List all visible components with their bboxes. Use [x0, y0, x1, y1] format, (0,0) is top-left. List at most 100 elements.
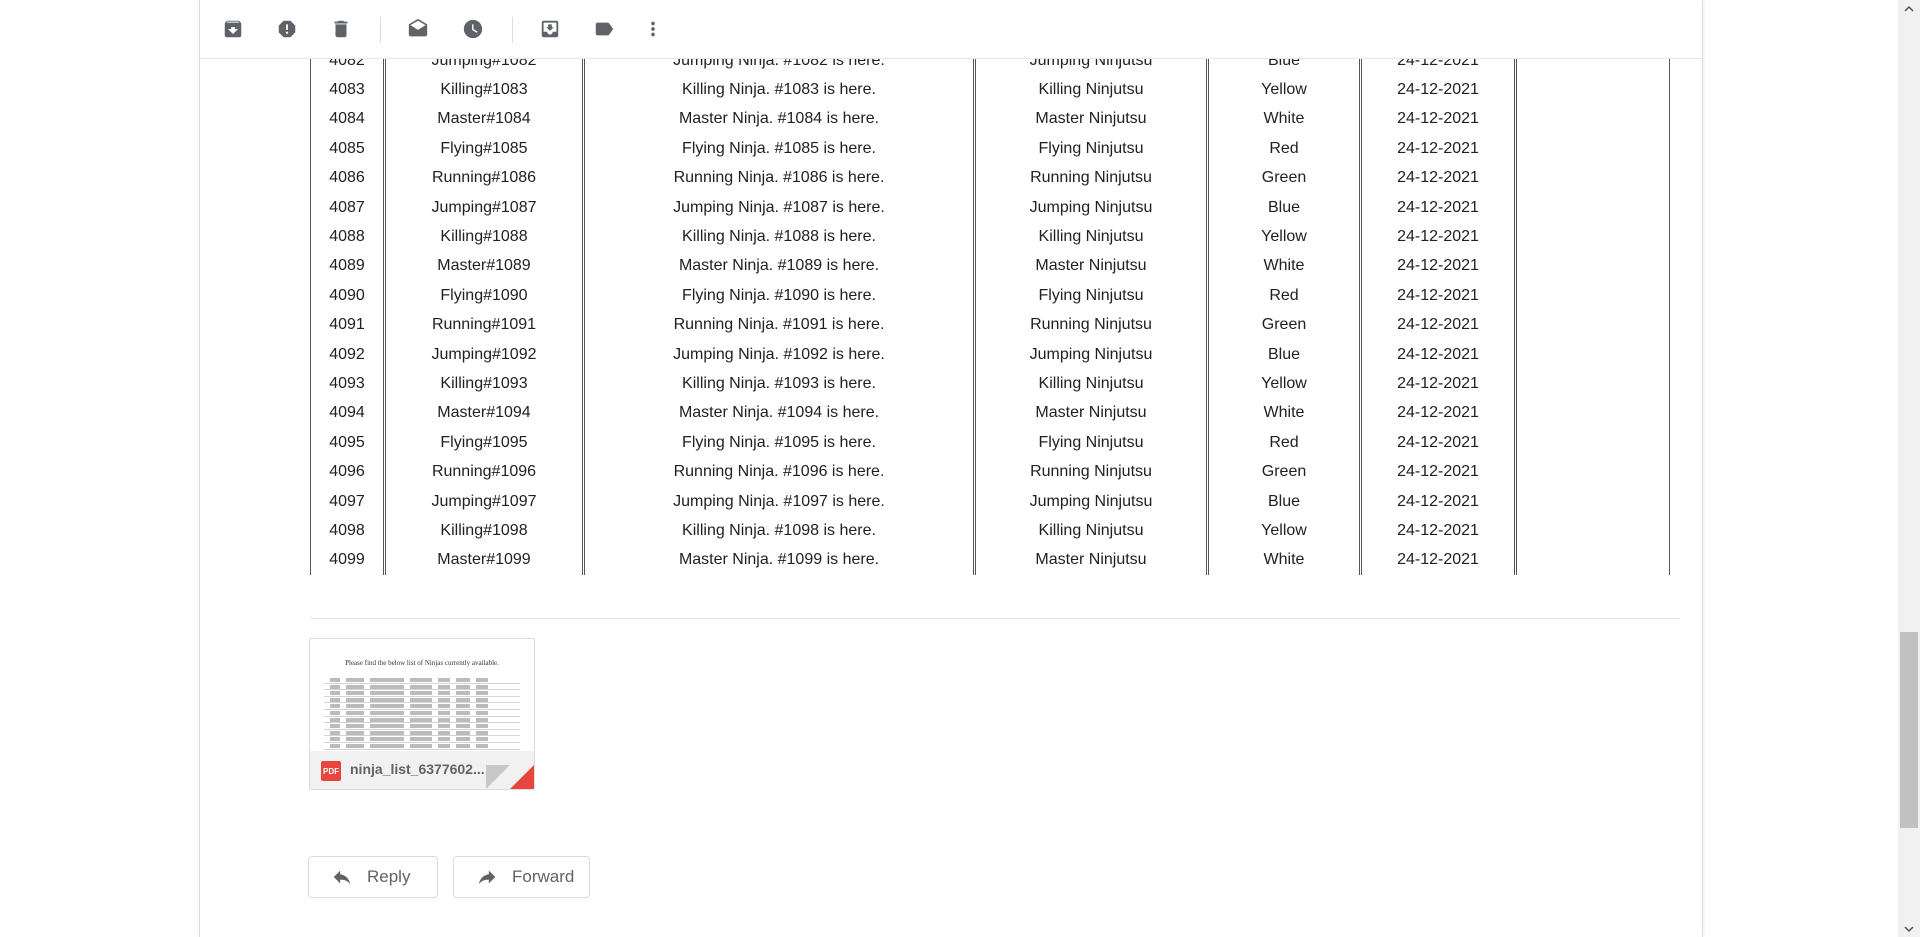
table-row: 4094 Master#1094 Master Ninja. #1094 is he…	[310, 398, 1670, 429]
cell-date: 24-12-2021	[1359, 192, 1514, 223]
mark-unread-button[interactable]	[402, 13, 434, 45]
cell-name: Killing#1083	[383, 75, 582, 105]
preview-cell	[438, 724, 450, 729]
preview-cell	[456, 691, 470, 696]
preview-cell	[410, 704, 432, 709]
cell-name: Killing#1093	[383, 369, 582, 399]
cell-color: White	[1206, 398, 1359, 429]
preview-cell	[410, 697, 432, 702]
cell-date: 24-12-2021	[1359, 222, 1514, 252]
cell-date: 24-12-2021	[1359, 310, 1514, 340]
cell-class: Master Ninjutsu	[973, 251, 1206, 282]
toolbar-separator	[380, 17, 381, 43]
cell-id: 4093	[310, 369, 383, 399]
cell-name: Master#1099	[383, 545, 582, 576]
cell-color: Yellow	[1206, 75, 1359, 105]
scrollbar-thumb[interactable]	[1900, 632, 1918, 828]
cell-color: Yellow	[1206, 222, 1359, 252]
preview-cell	[410, 710, 432, 715]
table-row: 4088 Killing#1088 Killing Ninja. #1088 is …	[310, 222, 1670, 252]
preview-cell	[456, 710, 470, 715]
preview-cell	[438, 717, 450, 722]
reply-button[interactable]: Reply	[308, 856, 438, 898]
cell-id: 4090	[310, 281, 383, 311]
preview-cell	[370, 737, 404, 742]
preview-cell	[438, 697, 450, 702]
cell-class: Running Ninjutsu	[973, 310, 1206, 340]
cell-bio: Flying Ninja. #1090 is here.	[582, 281, 973, 311]
cell-bio: Flying Ninja. #1085 is here.	[582, 134, 973, 164]
attachment-preview-table	[324, 677, 520, 757]
cell-date: 24-12-2021	[1359, 457, 1514, 487]
preview-cell	[456, 697, 470, 702]
preview-cell	[456, 678, 470, 682]
cell-bio: Jumping Ninja. #1092 is here.	[582, 339, 973, 370]
preview-cell	[370, 743, 404, 748]
preview-cell	[330, 730, 340, 735]
preview-cell	[330, 710, 340, 715]
cell-color: Blue	[1206, 339, 1359, 370]
labels-button[interactable]	[588, 13, 620, 45]
preview-cell	[438, 684, 450, 689]
preview-cell	[456, 743, 470, 748]
archive-button[interactable]	[217, 13, 249, 45]
cell-class: Master Ninjutsu	[973, 545, 1206, 576]
table-row: 4083 Killing#1083 Killing Ninja. #1083 is …	[310, 75, 1670, 105]
attachment-card[interactable]: Please find the below list of Ninjas cur…	[309, 638, 535, 790]
reply-label: Reply	[367, 867, 411, 886]
cell-updated	[1514, 545, 1670, 576]
preview-cell	[410, 691, 432, 696]
cell-id: 4094	[310, 398, 383, 429]
move-to-button[interactable]	[534, 13, 566, 45]
cell-updated	[1514, 75, 1670, 105]
preview-cell	[410, 743, 432, 748]
snooze-button[interactable]	[457, 13, 489, 45]
preview-cell	[330, 743, 340, 748]
cell-updated	[1514, 486, 1670, 517]
page-fold-corner	[510, 765, 534, 789]
scroll-up-arrow[interactable]	[1898, 0, 1920, 17]
delete-button[interactable]	[325, 13, 357, 45]
scroll-down-arrow[interactable]	[1898, 920, 1920, 937]
cell-bio: Master Ninja. #1084 is here.	[582, 104, 973, 135]
preview-cell	[456, 724, 470, 729]
cell-class: Jumping Ninjutsu	[973, 339, 1206, 370]
cell-color: White	[1206, 104, 1359, 135]
cell-bio: Master Ninja. #1099 is here.	[582, 545, 973, 576]
table-row: 4097 Jumping#1097 Jumping Ninja. #1097 is …	[310, 486, 1670, 517]
cell-updated	[1514, 104, 1670, 135]
preview-cell	[330, 737, 340, 742]
cell-color: Green	[1206, 310, 1359, 340]
page-scrollbar[interactable]	[1898, 0, 1920, 937]
cell-class: Running Ninjutsu	[973, 163, 1206, 193]
cell-color: White	[1206, 251, 1359, 282]
caret-up-icon	[1904, 5, 1914, 12]
cell-color: Red	[1206, 428, 1359, 458]
cell-color: Blue	[1206, 192, 1359, 223]
ninja-table: 4082 Jumping#1082 Jumping Ninja. #1082 is …	[310, 46, 1670, 576]
preview-cell	[370, 717, 404, 722]
forward-button[interactable]: Forward	[453, 856, 590, 898]
cell-bio: Flying Ninja. #1095 is here.	[582, 428, 973, 458]
table-row: 4090 Flying#1090 Flying Ninja. #1090 is he…	[310, 281, 1670, 311]
table-row: 4089 Master#1089 Master Ninja. #1089 is he…	[310, 251, 1670, 282]
cell-id: 4091	[310, 310, 383, 340]
table-row: 4099 Master#1099 Master Ninja. #1099 is he…	[310, 545, 1670, 576]
preview-cell	[476, 737, 488, 742]
cell-color: Yellow	[1206, 516, 1359, 546]
cell-date: 24-12-2021	[1359, 104, 1514, 135]
preview-cell	[370, 710, 404, 715]
preview-cell	[330, 717, 340, 722]
forward-label: Forward	[512, 867, 575, 886]
cell-color: Yellow	[1206, 369, 1359, 399]
message-toolbar	[200, 0, 1702, 59]
preview-cell	[456, 737, 470, 742]
table-row: 4093 Killing#1093 Killing Ninja. #1093 is …	[310, 369, 1670, 399]
table-row: 4096 Running#1096 Running Ninja. #1096 is …	[310, 457, 1670, 487]
cell-id: 4099	[310, 545, 383, 576]
cell-class: Flying Ninjutsu	[973, 134, 1206, 164]
more-options-button[interactable]	[637, 13, 669, 45]
cell-id: 4085	[310, 134, 383, 164]
report-spam-button[interactable]	[271, 13, 303, 45]
cell-id: 4096	[310, 457, 383, 487]
